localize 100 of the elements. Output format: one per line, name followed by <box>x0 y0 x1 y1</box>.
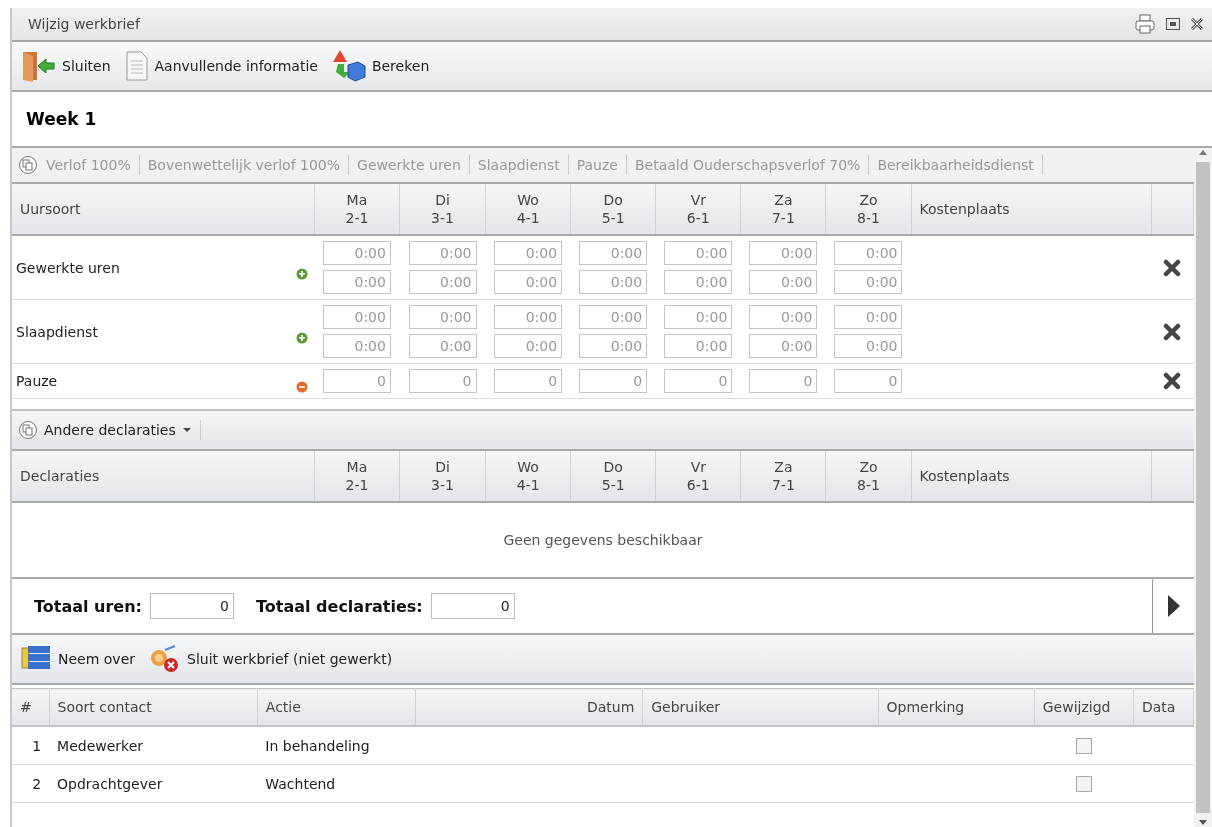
row-label: Pauze <box>16 373 58 389</box>
time-field[interactable]: 0 <box>749 369 818 393</box>
time-field[interactable]: 0:00 <box>579 241 648 265</box>
time-field[interactable]: 0:00 <box>664 241 733 265</box>
column-header: Za 7-1 <box>771 458 795 494</box>
time-field[interactable]: 0:00 <box>322 305 391 329</box>
delete-button[interactable] <box>1163 322 1182 341</box>
column-header: Za 7-1 <box>771 191 795 227</box>
document-icon <box>124 51 149 81</box>
column-header: Kostenplaats <box>919 468 1010 484</box>
time-field[interactable]: 0:00 <box>579 270 648 294</box>
toolbar-button[interactable]: Sluiten <box>20 49 111 83</box>
dropdown-button[interactable]: Andere declaraties <box>18 420 201 440</box>
scroll-down-icon <box>1198 819 1208 827</box>
time-field[interactable]: 0:00 <box>664 334 733 358</box>
time-field[interactable]: 0:00 <box>408 305 477 329</box>
hour-type-tab[interactable]: Slaapdienst <box>469 155 569 175</box>
column-header: Vr 6-1 <box>686 458 710 494</box>
time-field[interactable]: 0:00 <box>408 270 477 294</box>
hour-type-tab[interactable]: Bovenwettelijk verlof 100% <box>139 155 350 175</box>
total-label: Totaal uren: <box>34 596 142 616</box>
close-button[interactable] <box>1190 17 1204 31</box>
empty-message: Geen gegevens beschikbaar <box>503 532 703 548</box>
plus-icon <box>296 331 309 344</box>
plus-icon <box>296 267 309 280</box>
hour-type-tab[interactable]: Pauze <box>568 155 627 175</box>
time-field[interactable]: 0:00 <box>408 241 477 265</box>
time-field[interactable]: 0 <box>834 369 903 393</box>
hour-type-tab[interactable]: Betaald Ouderschapsverlof 70% <box>626 155 870 175</box>
window-title: Wijzig werkbrief <box>28 16 140 32</box>
time-field[interactable]: 0 <box>408 369 477 393</box>
print-button[interactable] <box>1134 14 1156 34</box>
time-field[interactable]: 0:00 <box>749 305 818 329</box>
caret-icon <box>181 427 192 433</box>
time-field[interactable]: 0:00 <box>664 270 733 294</box>
time-field[interactable]: 0:00 <box>579 305 648 329</box>
total-field[interactable]: 0 <box>150 593 234 619</box>
column-header: Soort contact <box>57 699 152 715</box>
column-header: Di 3-1 <box>431 191 454 227</box>
column-header: Opmerking <box>886 699 965 715</box>
delete-icon <box>1163 258 1182 277</box>
total-field[interactable]: 0 <box>430 593 515 619</box>
column-header: Do 5-1 <box>601 191 625 227</box>
time-field[interactable]: 0:00 <box>494 334 563 358</box>
total-label: Totaal declaraties: <box>256 596 423 616</box>
week-heading: Week 1 <box>26 109 97 129</box>
time-field[interactable]: 0:00 <box>408 334 477 358</box>
door-exit-icon <box>20 49 56 83</box>
column-header: Actie <box>265 699 301 715</box>
toolbar-button[interactable]: Aanvullende informatie <box>124 51 318 81</box>
time-field[interactable]: 0 <box>579 369 648 393</box>
time-field[interactable]: 0:00 <box>749 334 818 358</box>
column-header: Gewijzigd <box>1042 699 1111 715</box>
time-field[interactable]: 0:00 <box>834 334 903 358</box>
delete-button[interactable] <box>1163 258 1182 277</box>
time-field[interactable]: 0:00 <box>749 241 818 265</box>
column-header: Kostenplaats <box>919 201 1010 217</box>
column-header: Vr 6-1 <box>686 191 710 227</box>
delete-icon <box>1163 372 1182 390</box>
restore-icon <box>1166 18 1180 30</box>
time-field[interactable]: 0:00 <box>494 270 563 294</box>
time-field[interactable]: 0:00 <box>494 241 563 265</box>
column-header: # <box>20 699 32 715</box>
column-header: Declaraties <box>20 468 100 484</box>
time-field[interactable]: 0:00 <box>834 241 903 265</box>
time-field[interactable]: 0 <box>494 369 563 393</box>
hour-type-tab[interactable]: Verlof 100% <box>38 155 140 175</box>
time-field[interactable]: 0:00 <box>834 305 903 329</box>
close-icon <box>1190 17 1204 31</box>
time-field[interactable]: 0:00 <box>664 305 733 329</box>
time-field[interactable]: 0:00 <box>834 270 903 294</box>
hour-type-tab[interactable]: Gewerkte uren <box>349 155 470 175</box>
time-field[interactable]: 0:00 <box>494 305 563 329</box>
spiral-cancel-icon <box>149 644 181 674</box>
row-number: 1 <box>32 737 42 754</box>
delete-icon <box>1163 322 1182 341</box>
time-field[interactable]: 0:00 <box>579 334 648 358</box>
printer-icon <box>1134 14 1156 34</box>
time-field[interactable]: 0 <box>322 369 391 393</box>
action-button[interactable]: Sluit werkbrief (niet gewerkt) <box>149 644 393 674</box>
column-header: Zo 8-1 <box>857 191 880 227</box>
scroll-up-icon <box>1198 148 1208 156</box>
time-field[interactable]: 0:00 <box>322 270 391 294</box>
column-header: Wo 4-1 <box>516 458 540 494</box>
checkbox[interactable] <box>1075 775 1092 792</box>
action-button[interactable]: Neem over <box>20 645 135 673</box>
time-field[interactable]: 0:00 <box>322 334 391 358</box>
play-icon <box>1166 594 1181 618</box>
table-cell: Wachtend <box>265 775 336 792</box>
hour-type-tab[interactable]: Bereikbaarheidsdienst <box>869 155 1043 175</box>
toolbar-button[interactable]: Bereken <box>331 50 430 82</box>
copy-circle-icon <box>18 420 38 440</box>
checkbox[interactable] <box>1075 737 1092 754</box>
time-field[interactable]: 0:00 <box>322 241 391 265</box>
time-field[interactable]: 0 <box>664 369 733 393</box>
delete-button[interactable] <box>1163 372 1182 390</box>
time-field[interactable]: 0:00 <box>749 270 818 294</box>
restore-button[interactable] <box>1166 18 1180 30</box>
copy-circle-icon <box>18 155 38 175</box>
column-header: Uursoort <box>20 201 81 217</box>
